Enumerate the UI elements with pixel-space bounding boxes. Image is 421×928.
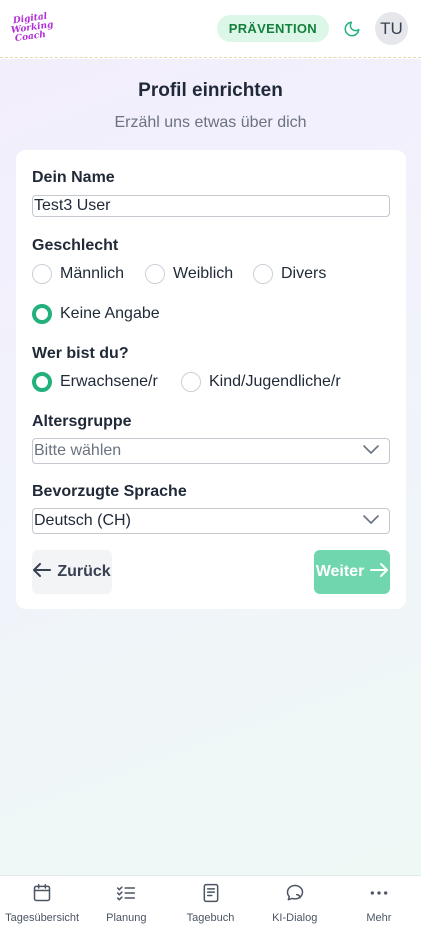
avatar[interactable]: TU (375, 12, 408, 45)
name-input[interactable] (32, 195, 390, 217)
gender-option-label: Divers (281, 265, 327, 282)
checklist-icon (116, 883, 136, 908)
back-button[interactable]: Zurück (32, 550, 112, 594)
profile-form-card: Dein Name Geschlecht Männlich Weiblich D… (16, 150, 406, 609)
next-button-label: Weiter (315, 563, 365, 580)
radio-circle (253, 264, 273, 284)
chevron-down-icon (363, 442, 379, 460)
more-icon (368, 883, 390, 908)
gender-option-divers[interactable]: Divers (253, 264, 326, 284)
nav-item-label: KI-Dialog (272, 912, 318, 924)
age-select-placeholder: Bitte wählen (34, 442, 122, 459)
radio-circle-checked (32, 372, 52, 392)
who-option-kind[interactable]: Kind/Jugendliche/r (181, 372, 341, 392)
back-button-label: Zurück (57, 563, 111, 580)
nav-item-tagebuch[interactable]: Tagebuch (168, 876, 252, 928)
moon-icon[interactable] (341, 18, 363, 40)
radio-circle (32, 264, 52, 284)
gender-option-label: Weiblich (173, 265, 234, 282)
app-header: Digital Working Coach PRÄVENTION TU (0, 0, 421, 58)
calendar-icon (32, 883, 52, 908)
nav-item-label: Tagebuch (186, 912, 235, 924)
page-title: Profil einrichten (138, 80, 283, 101)
name-label: Dein Name (32, 169, 115, 186)
who-option-label: Kind/Jugendliche/r (209, 373, 341, 390)
age-select[interactable]: Bitte wählen (32, 438, 390, 464)
who-option-erwachsene[interactable]: Erwachsene/r (32, 372, 158, 392)
nav-item-tagesuebersicht[interactable]: Tagesübersicht (0, 876, 84, 928)
nav-item-label: Planung (106, 912, 147, 924)
radio-circle (145, 264, 165, 284)
radio-circle (181, 372, 201, 392)
age-label: Altersgruppe (32, 413, 132, 430)
logo-line-3: Coach (14, 29, 47, 45)
page-subtitle: Erzähl uns etwas über dich (114, 114, 307, 131)
next-button[interactable]: Weiter (314, 550, 390, 594)
arrow-left-icon (33, 562, 52, 582)
language-select[interactable]: Deutsch (CH) (32, 508, 390, 534)
gender-option-weiblich[interactable]: Weiblich (145, 264, 233, 284)
who-option-label: Erwachsene/r (60, 373, 158, 390)
nav-item-label: Tagesübersicht (5, 912, 80, 924)
nav-item-ki-dialog[interactable]: KI-Dialog (253, 876, 337, 928)
nav-item-label: Mehr (366, 912, 392, 924)
app-logo[interactable]: Digital Working Coach (8, 7, 54, 51)
chat-icon (285, 883, 305, 908)
who-label: Wer bist du? (32, 345, 129, 362)
gender-option-label: Keine Angabe (60, 305, 160, 322)
nav-item-mehr[interactable]: Mehr (337, 876, 421, 928)
language-select-value: Deutsch (CH) (34, 512, 131, 529)
header-actions: PRÄVENTION TU (216, 12, 408, 45)
gender-label: Geschlecht (32, 237, 119, 254)
chevron-down-icon (363, 512, 379, 530)
radio-circle-checked (32, 304, 52, 324)
mode-badge: PRÄVENTION (216, 15, 329, 42)
language-label: Bevorzugte Sprache (32, 483, 187, 500)
gender-option-keine-angabe[interactable]: Keine Angabe (32, 304, 160, 324)
arrow-right-icon (370, 562, 389, 582)
gender-option-label: Männlich (60, 265, 125, 282)
bottom-nav: Tagesübersicht Planung Tagebuch KI-Dialo… (0, 875, 421, 928)
gender-option-maennlich[interactable]: Männlich (32, 264, 124, 284)
book-icon (201, 883, 221, 908)
nav-item-planung[interactable]: Planung (84, 876, 168, 928)
